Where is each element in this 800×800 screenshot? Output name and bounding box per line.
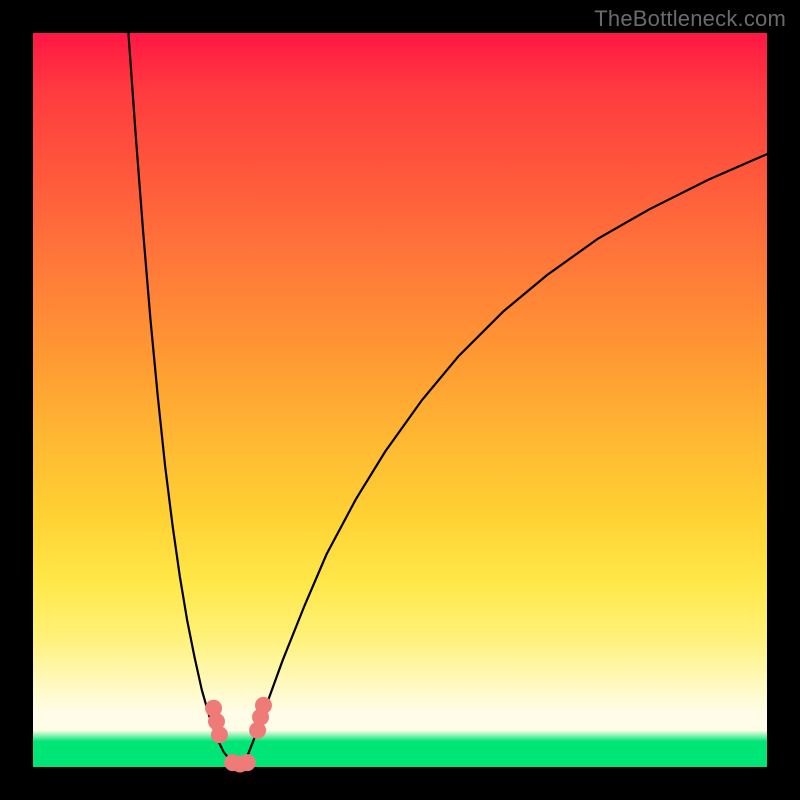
plot-area <box>33 33 767 767</box>
data-marker <box>211 726 228 743</box>
chart-frame: TheBottleneck.com <box>0 0 800 800</box>
chart-svg <box>33 33 767 767</box>
marker-group <box>205 697 272 773</box>
data-marker <box>239 754 256 771</box>
watermark-text: TheBottleneck.com <box>594 6 786 32</box>
right-branch-curve <box>239 154 767 767</box>
data-marker <box>255 697 272 714</box>
left-branch-curve <box>128 33 238 767</box>
